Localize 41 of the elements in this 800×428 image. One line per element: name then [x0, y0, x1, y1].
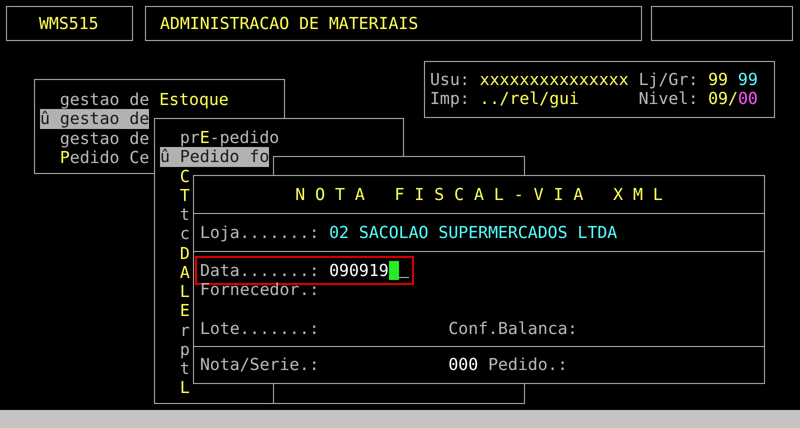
- field-value[interactable]: 000: [329, 355, 478, 375]
- screen-title: ADMINISTRACAO DE MATERIAIS: [160, 14, 418, 34]
- menu-item[interactable]: r: [180, 320, 190, 340]
- sublevel-value: 00: [738, 89, 758, 108]
- field-label: Pedido.:: [488, 355, 568, 375]
- menu-item[interactable]: A: [180, 262, 190, 282]
- menu-item[interactable]: L: [180, 378, 190, 398]
- store-group-label: Lj/Gr:: [638, 70, 700, 90]
- menu-item[interactable]: c: [180, 224, 190, 244]
- menu-item[interactable]: prE-pedido: [180, 128, 280, 148]
- program-code: WMS515: [39, 14, 99, 34]
- menu-item[interactable]: t: [180, 205, 190, 224]
- menu-item[interactable]: C: [180, 166, 190, 186]
- field-label: Data.......:: [200, 261, 320, 280]
- field-label: Fornecedor.:: [200, 280, 320, 300]
- menu-item[interactable]: û Pedido fo: [160, 147, 270, 166]
- menu-item[interactable]: t: [180, 359, 190, 378]
- field-label: Lote.......:: [200, 318, 320, 338]
- group-value: 99: [738, 70, 758, 90]
- menu-item[interactable]: E: [180, 301, 190, 320]
- menu-item[interactable]: gestao de Estoque: [60, 90, 229, 110]
- user-label: Usu:: [430, 70, 471, 90]
- menu-item[interactable]: L: [180, 282, 190, 302]
- field-label: Nota/Serie.:: [200, 355, 320, 375]
- level-value: 09/: [708, 89, 738, 108]
- field-label: Loja.......:: [200, 222, 320, 242]
- level-label: Nivel:: [638, 89, 700, 108]
- menu-item[interactable]: gestao de: [60, 128, 150, 148]
- menu-item[interactable]: û gestao de: [40, 109, 150, 128]
- field-value[interactable]: 090919: [329, 261, 389, 280]
- menu-item[interactable]: p: [180, 340, 190, 359]
- menu-item[interactable]: Pedido Ce: [60, 148, 150, 167]
- user-value: xxxxxxxxxxxxxxx: [480, 70, 630, 90]
- field-label: Conf.Balanca:: [448, 318, 578, 338]
- store-value: 99: [708, 70, 729, 90]
- menu-item[interactable]: D: [180, 244, 190, 263]
- printer-value: ../rel/gui: [480, 89, 580, 108]
- printer-label: Imp:: [430, 89, 471, 108]
- menu-item[interactable]: T: [180, 186, 190, 205]
- form-title: N O T A F I S C A L - V I A X M L: [295, 184, 663, 204]
- field-value[interactable]: 02 SACOLAO SUPERMERCADOS LTDA: [329, 222, 618, 242]
